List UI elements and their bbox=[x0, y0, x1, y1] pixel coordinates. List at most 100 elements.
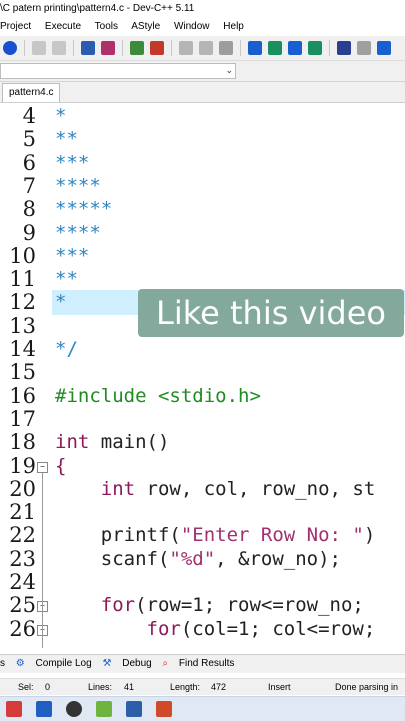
sel-label: Sel: bbox=[18, 682, 34, 692]
debug-icon: ⚒ bbox=[102, 658, 112, 669]
line-number: 15 bbox=[9, 360, 36, 385]
code-line[interactable]: **** bbox=[55, 175, 101, 198]
run-icon[interactable] bbox=[199, 41, 213, 55]
code-line[interactable]: ** bbox=[55, 128, 78, 151]
project-icon[interactable] bbox=[3, 41, 17, 55]
line-number: 11 bbox=[9, 267, 36, 292]
app-disc-icon[interactable] bbox=[66, 701, 82, 717]
app-blue-icon[interactable] bbox=[36, 701, 52, 717]
compile-icon[interactable] bbox=[179, 41, 193, 55]
status-bar: Sel: 0 Lines: 41 Length: 472 Insert Done… bbox=[0, 678, 405, 695]
editor-tabs: pattern4.c bbox=[0, 82, 405, 103]
chevron-down-icon[interactable]: ⌄ bbox=[225, 65, 233, 76]
code-line[interactable]: int row, col, row_no, st bbox=[55, 478, 376, 501]
indent-icon[interactable] bbox=[130, 41, 144, 55]
class-toolbar: ⌄ bbox=[0, 61, 405, 82]
like-video-banner: Like this video bbox=[138, 289, 404, 337]
code-line[interactable]: * bbox=[55, 291, 66, 314]
redo-icon[interactable] bbox=[52, 41, 66, 55]
menu-project[interactable]: Project bbox=[0, 21, 31, 32]
replace-icon[interactable] bbox=[101, 41, 115, 55]
code-line[interactable]: */ bbox=[55, 338, 78, 361]
toolbar bbox=[0, 36, 405, 61]
toggle-icon[interactable] bbox=[150, 41, 164, 55]
toolbar-separator bbox=[240, 40, 241, 56]
toolbar-separator bbox=[73, 40, 74, 56]
menu-execute[interactable]: Execute bbox=[45, 21, 81, 32]
line-number: 5 bbox=[22, 127, 36, 152]
toolbar-separator bbox=[122, 40, 123, 56]
class-combo[interactable]: ⌄ bbox=[0, 63, 236, 79]
code-line[interactable]: scanf("%d", &row_no); bbox=[55, 548, 341, 571]
code-line[interactable]: ***** bbox=[55, 198, 112, 221]
line-number: 14 bbox=[9, 337, 36, 361]
menu-bar: Project Execute Tools AStyle Window Help bbox=[0, 18, 405, 36]
code-editor[interactable]: 4 5 6 7 8 9 10 11 12 13 14 15 16 17 18 19 20 21 22 23 24 25 26… bbox=[0, 103, 405, 648]
undo-icon[interactable] bbox=[32, 41, 46, 55]
line-number: 25 bbox=[9, 593, 36, 618]
app-red-icon[interactable] bbox=[6, 701, 22, 717]
code-line[interactable]: int main() bbox=[55, 431, 169, 454]
menu-help[interactable]: Help bbox=[223, 21, 244, 32]
line-number: 12 bbox=[9, 290, 36, 315]
line-number: 24 bbox=[9, 570, 36, 594]
line-number: 7 bbox=[22, 173, 36, 198]
tab-resources[interactable]: s bbox=[0, 658, 5, 669]
compile-run-icon[interactable] bbox=[219, 41, 233, 55]
tab-find-results[interactable]: Find Results bbox=[179, 658, 235, 669]
code-line[interactable]: for(col=1; col<=row; bbox=[55, 618, 376, 641]
code-line[interactable]: printf("Enter Row No: ") bbox=[55, 524, 376, 547]
fold-toggle-icon[interactable]: − bbox=[37, 461, 48, 473]
stop-icon[interactable] bbox=[357, 41, 371, 55]
debug-icon[interactable] bbox=[337, 41, 351, 55]
app-powerpoint-icon[interactable] bbox=[156, 701, 172, 717]
arrow-up-icon[interactable] bbox=[248, 41, 262, 55]
app-green-icon[interactable] bbox=[96, 701, 112, 717]
arrow-up-green-icon[interactable] bbox=[308, 41, 322, 55]
window-title: \C patern printing\pattern4.c - Dev-C++ … bbox=[0, 0, 405, 18]
line-number: 6 bbox=[22, 150, 36, 175]
sel-value: 0 bbox=[45, 682, 51, 692]
find-icon: ⌕ bbox=[162, 658, 169, 669]
code-line[interactable]: **** bbox=[55, 222, 101, 245]
code-line[interactable]: *** bbox=[55, 245, 89, 268]
app-window-icon[interactable] bbox=[126, 701, 142, 717]
status-message: Done parsing in bbox=[335, 682, 399, 692]
line-number: 23 bbox=[9, 546, 36, 571]
compile-log-icon: ⚙ bbox=[15, 658, 25, 669]
tab-pattern4[interactable]: pattern4.c bbox=[2, 83, 61, 102]
bottom-panel-tabs: s ⚙ Compile Log ⚒ Debug ⌕ Find Results bbox=[0, 654, 405, 673]
menu-tools[interactable]: Tools bbox=[95, 21, 118, 32]
arrow-up-icon[interactable] bbox=[288, 41, 302, 55]
toolbar-separator bbox=[171, 40, 172, 56]
menu-astyle[interactable]: AStyle bbox=[131, 21, 160, 32]
line-number: 17 bbox=[9, 406, 36, 431]
line-number: 4 bbox=[22, 104, 36, 128]
line-number: 22 bbox=[9, 523, 36, 548]
code-line[interactable]: ** bbox=[55, 268, 78, 291]
line-number-gutter: 4 5 6 7 8 9 10 11 12 13 14 15 16 17 18 19 20 21 22 23 24 25 26… bbox=[0, 103, 52, 648]
lines-value: 41 bbox=[124, 682, 135, 692]
arrow-up-green-icon[interactable] bbox=[268, 41, 282, 55]
code-line[interactable]: for(row=1; row<=row_no; bbox=[55, 594, 364, 617]
line-number: 20 bbox=[9, 476, 36, 501]
tab-debug[interactable]: Debug bbox=[122, 658, 151, 669]
line-number: 9 bbox=[22, 220, 36, 245]
lines-label: Lines: bbox=[88, 682, 113, 692]
tab-compile-log[interactable]: Compile Log bbox=[36, 658, 92, 669]
taskbar bbox=[0, 696, 405, 721]
code-line[interactable]: *** bbox=[55, 152, 89, 175]
line-number: 21 bbox=[9, 500, 36, 525]
code-line[interactable]: #include <stdio.h> bbox=[55, 385, 261, 408]
fold-line bbox=[42, 472, 43, 648]
code-line[interactable]: { bbox=[55, 455, 66, 478]
toolbar-separator bbox=[24, 40, 25, 56]
line-number: 19 bbox=[9, 453, 36, 478]
line-number: 16 bbox=[9, 383, 36, 408]
code-line[interactable]: * bbox=[55, 105, 66, 128]
find-icon[interactable] bbox=[81, 41, 95, 55]
line-number: 10 bbox=[9, 243, 36, 268]
menu-window[interactable]: Window bbox=[174, 21, 210, 32]
profile-icon[interactable] bbox=[377, 41, 391, 55]
line-number: 13 bbox=[9, 313, 36, 338]
